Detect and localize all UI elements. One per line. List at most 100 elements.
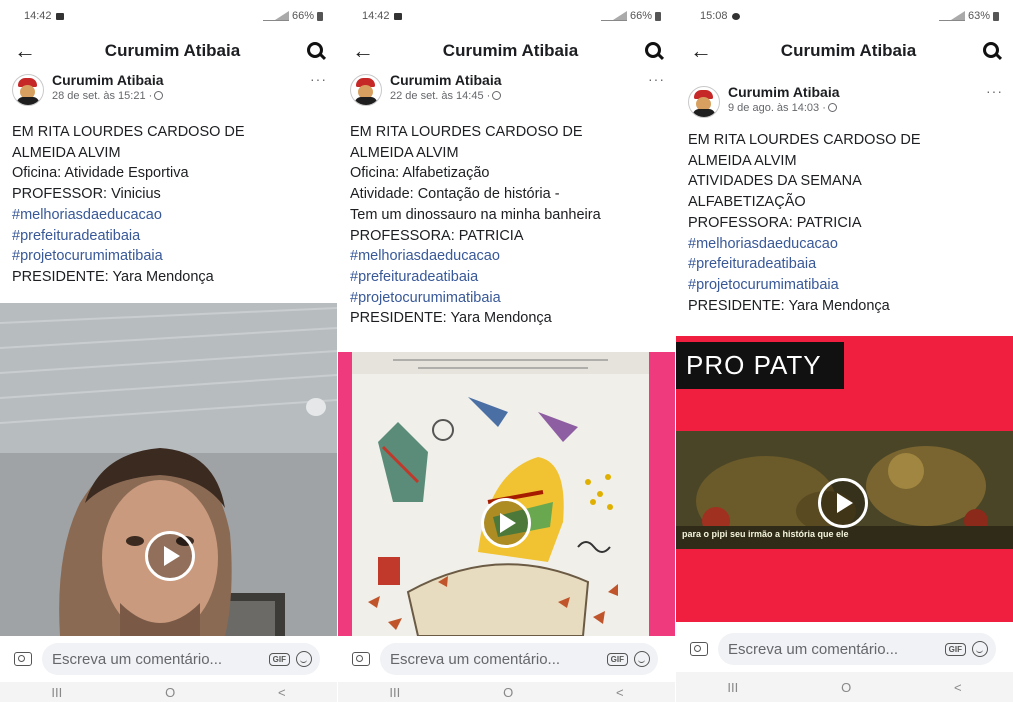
post-header: Curumim Atibaia 22 de set. às 14:45 · ··… xyxy=(338,70,675,116)
camera-icon[interactable] xyxy=(690,642,708,656)
home-button[interactable]: O xyxy=(841,680,851,695)
comment-input[interactable]: Escreva um comentário... GIF xyxy=(718,633,996,665)
more-options-icon[interactable]: ··· xyxy=(310,72,327,86)
video-thumbnail xyxy=(338,352,675,636)
back-button[interactable]: < xyxy=(278,685,286,700)
post-line: Tem um dinossauro na minha banheira xyxy=(350,206,601,223)
gif-icon[interactable]: GIF xyxy=(268,652,290,666)
more-options-icon[interactable]: ··· xyxy=(986,84,1003,98)
hashtag-link[interactable]: #projetocurumimatibaia xyxy=(688,275,1001,296)
post-line: PRESIDENTE: Yara Mendonça xyxy=(12,268,214,285)
hashtag-link[interactable]: #prefeituradeatibaia xyxy=(688,254,1001,275)
video-player[interactable] xyxy=(338,352,675,636)
post-text: EM RITA LOURDES CARDOSO DE ALMEIDA ALVIM… xyxy=(676,122,1013,316)
post-line: PROFESSORA: PATRICIA xyxy=(350,227,524,244)
video-player[interactable]: PRO PATY para o pipi seu irmão a históri… xyxy=(676,336,1013,622)
video-overlay-label: PRO PATY xyxy=(676,342,844,389)
status-time: 14:42 xyxy=(362,10,390,22)
app-bar: ← Curumim Atibaia xyxy=(338,32,675,70)
search-icon[interactable] xyxy=(643,40,665,62)
emoji-icon[interactable] xyxy=(634,651,650,667)
post-line: Oficina: Atividade Esportiva xyxy=(12,165,189,182)
post-line: PRESIDENTE: Yara Mendonça xyxy=(688,297,890,314)
notification-icon xyxy=(55,12,64,20)
recent-apps-button[interactable]: III xyxy=(727,680,738,695)
emoji-icon[interactable] xyxy=(296,651,312,667)
play-button[interactable] xyxy=(481,498,531,548)
post-line: ALMEIDA ALVIM xyxy=(350,144,459,161)
recent-apps-button[interactable]: III xyxy=(51,685,62,700)
post-date[interactable]: 9 de ago. às 14:03 · xyxy=(728,102,826,114)
signal-icon xyxy=(600,11,627,21)
page-title: Curumim Atibaia xyxy=(442,41,579,60)
post-line: PROFESSOR: Vinicius xyxy=(12,186,161,203)
video-player[interactable] xyxy=(0,303,337,636)
author-name[interactable]: Curumim Atibaia xyxy=(52,72,310,89)
battery-icon xyxy=(993,11,999,21)
comment-input[interactable]: Escreva um comentário... GIF xyxy=(380,643,658,675)
back-button[interactable]: < xyxy=(616,685,624,700)
post-line: EM RITA LOURDES CARDOSO DE xyxy=(350,124,583,140)
page-title: Curumim Atibaia xyxy=(104,41,241,60)
post-text: EM RITA LOURDES CARDOSO DE ALMEIDA ALVIM… xyxy=(0,116,337,288)
comment-input[interactable]: Escreva um comentário... GIF xyxy=(42,643,320,675)
recent-apps-button[interactable]: III xyxy=(389,685,400,700)
phone-screen-2: 14:42 66% ← Curumim Atibaia Curumim Atib… xyxy=(338,0,675,702)
hashtag-link[interactable]: #melhoriasdaeducacao xyxy=(688,234,1001,255)
battery-text: 66% xyxy=(291,10,314,22)
system-nav-bar: III O < xyxy=(0,682,337,702)
avatar[interactable] xyxy=(350,74,382,106)
avatar[interactable] xyxy=(688,86,720,118)
system-nav-bar: III O < xyxy=(338,682,675,702)
video-thumbnail xyxy=(0,303,337,636)
hashtag-link[interactable]: #melhoriasdaeducacao xyxy=(350,246,663,267)
back-arrow-icon[interactable]: ← xyxy=(14,40,40,62)
author-name[interactable]: Curumim Atibaia xyxy=(390,72,648,89)
play-button[interactable] xyxy=(145,531,195,581)
globe-icon xyxy=(154,91,164,100)
avatar[interactable] xyxy=(12,74,44,106)
post-date[interactable]: 22 de set. às 14:45 · xyxy=(390,90,490,102)
camera-icon[interactable] xyxy=(352,652,370,666)
comment-bar: Escreva um comentário... GIF xyxy=(338,636,675,682)
comment-placeholder: Escreva um comentário... xyxy=(390,650,561,668)
play-button[interactable] xyxy=(818,478,868,528)
back-arrow-icon[interactable]: ← xyxy=(690,40,716,62)
emoji-icon[interactable] xyxy=(972,641,988,657)
phone-screen-3: 15:08 63% ← Curumim Atibaia Curumim Atib… xyxy=(676,0,1013,702)
status-time: 15:08 xyxy=(700,10,728,22)
hashtag-link[interactable]: #prefeituradeatibaia xyxy=(350,267,663,288)
hashtag-link[interactable]: #melhoriasdaeducacao xyxy=(12,205,325,226)
back-button[interactable]: < xyxy=(954,680,962,695)
home-button[interactable]: O xyxy=(165,685,175,700)
post-line: ALFABETIZAÇÃO xyxy=(688,194,806,211)
search-icon[interactable] xyxy=(305,40,327,62)
hashtag-link[interactable]: #projetocurumimatibaia xyxy=(350,288,663,309)
status-bar: 14:42 66% xyxy=(0,0,337,32)
battery-icon xyxy=(317,11,323,21)
home-button[interactable]: O xyxy=(503,685,513,700)
post-date[interactable]: 28 de set. às 15:21 · xyxy=(52,90,152,102)
post-text: EM RITA LOURDES CARDOSO DE ALMEIDA ALVIM… xyxy=(338,116,675,329)
status-time: 14:42 xyxy=(24,10,52,22)
back-arrow-icon[interactable]: ← xyxy=(352,40,378,62)
gif-icon[interactable]: GIF xyxy=(944,642,966,656)
gif-icon[interactable]: GIF xyxy=(606,652,628,666)
author-name[interactable]: Curumim Atibaia xyxy=(728,84,986,101)
post-line: ALMEIDA ALVIM xyxy=(12,144,121,161)
more-options-icon[interactable]: ··· xyxy=(648,72,665,86)
post-line: Oficina: Alfabetização xyxy=(350,165,490,182)
hashtag-link[interactable]: #prefeituradeatibaia xyxy=(12,226,325,247)
post-line: ATIVIDADES DA SEMANA xyxy=(688,173,862,190)
notification-icon xyxy=(731,12,740,20)
system-nav-bar: III O < xyxy=(676,672,1013,702)
camera-icon[interactable] xyxy=(14,652,32,666)
post-line: ALMEIDA ALVIM xyxy=(688,152,797,169)
status-bar: 15:08 63% xyxy=(676,0,1013,32)
status-bar: 14:42 66% xyxy=(338,0,675,32)
notification-icon xyxy=(393,12,402,20)
post-header: Curumim Atibaia 9 de ago. às 14:03 · ··· xyxy=(676,70,1013,122)
app-bar: ← Curumim Atibaia xyxy=(0,32,337,70)
hashtag-link[interactable]: #projetocurumimatibaia xyxy=(12,246,325,267)
search-icon[interactable] xyxy=(981,40,1003,62)
